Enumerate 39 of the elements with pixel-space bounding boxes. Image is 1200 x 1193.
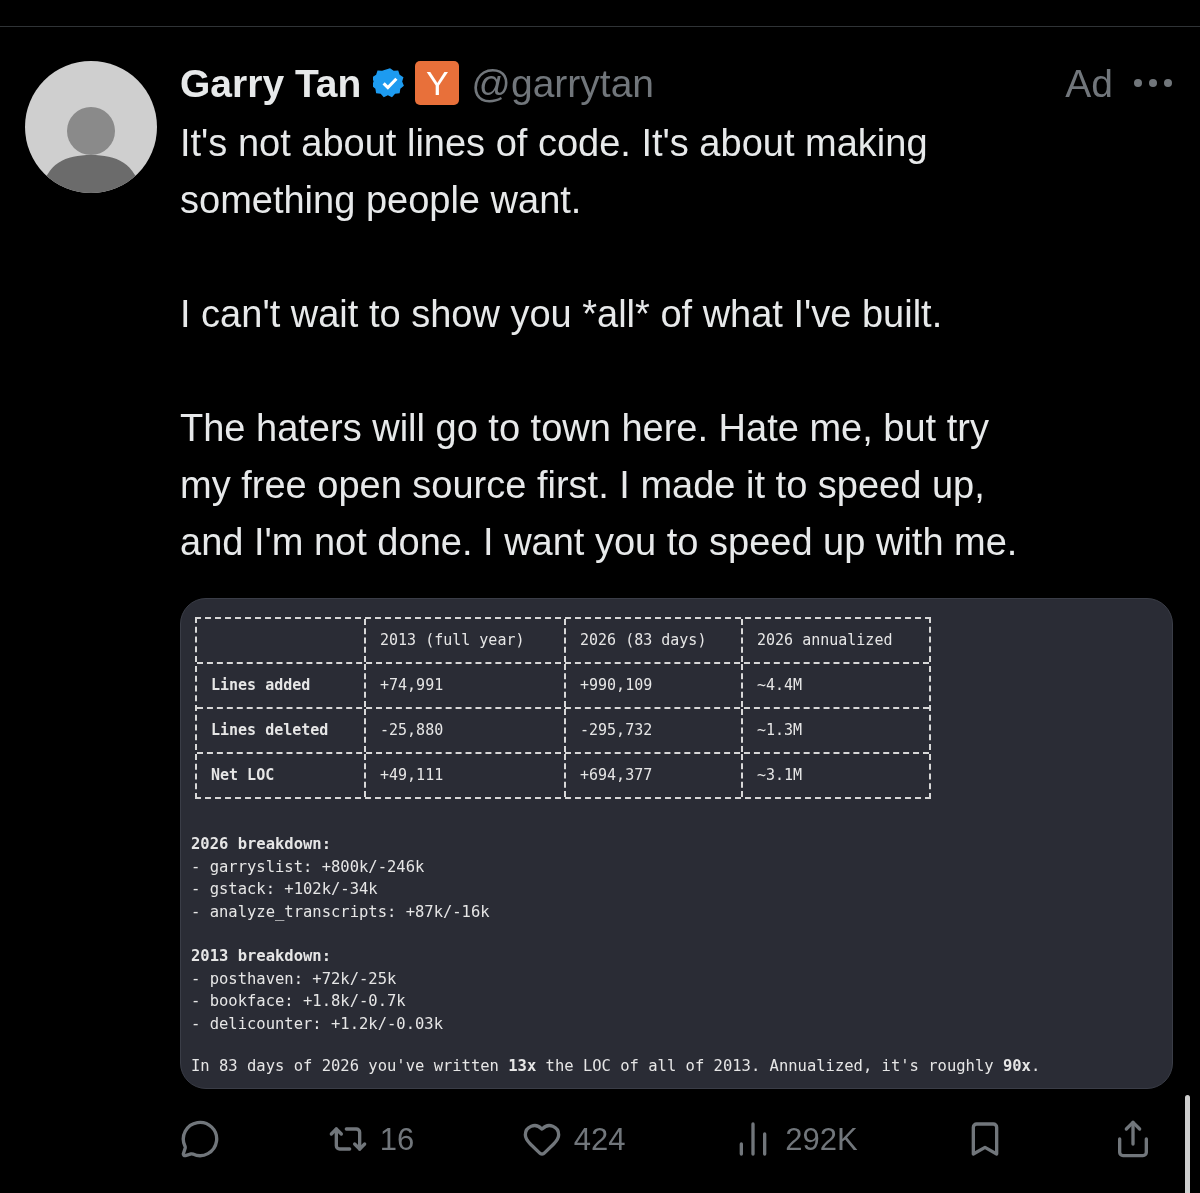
- ad-label: Ad: [1065, 63, 1113, 103]
- breakdown-line: - posthaven: +72k/-25k: [191, 968, 398, 990]
- table-cell-text: +694,377: [580, 765, 653, 787]
- column-header: 2026 annualized: [757, 630, 893, 652]
- like-button[interactable]: 424: [521, 1119, 626, 1159]
- column-header: 2013 (full year): [380, 630, 525, 652]
- table-cell-text: +990,109: [580, 675, 653, 697]
- table-cell-text: ~3.1M: [757, 765, 803, 787]
- repost-button[interactable]: 16: [327, 1119, 415, 1159]
- reply-icon: [180, 1119, 220, 1159]
- breakdown-line: - bookface: +1.8k/-0.7k: [191, 991, 407, 1012]
- table-cell-text: ~1.3M: [757, 720, 803, 742]
- reply-button[interactable]: [180, 1119, 220, 1159]
- summary-text: In 83 days of 2026 you've written 13x the LOC of all of 2013. Annualized, it's roughly 90x.: [191, 1056, 1042, 1077]
- code-screenshot[interactable]: [180, 598, 1173, 1089]
- breakdown-line: - analyze_transcripts: +87k/-16k: [191, 901, 491, 923]
- views-button[interactable]: 292K: [733, 1119, 858, 1159]
- column-header: 2026 (83 days): [580, 630, 707, 652]
- table-cell-text: ~4.4M: [757, 675, 803, 697]
- table-cell-text: +49,111: [380, 765, 444, 787]
- tweet-text: The haters will go to town here. Hate me, but try my free open source first. I made it to speed up, and I'm not done. I want you to speed up with me.: [180, 406, 1019, 565]
- table-cell-text: +74,991: [380, 675, 444, 697]
- tweet-text: I can't wait to show you *all* of what I've built.: [180, 292, 944, 337]
- table-cell-text: Lines deleted: [211, 720, 329, 742]
- author-name[interactable]: Garry Tan: [180, 63, 362, 103]
- breakdown-line: - garryslist: +800k/-246k: [191, 856, 426, 878]
- section-heading: 2013 breakdown:: [191, 946, 332, 967]
- table-cell-text: Lines added: [211, 675, 311, 697]
- section-heading: 2026 breakdown:: [191, 834, 332, 855]
- breakdown-line: - delicounter: +1.2k/-0.03k: [191, 1013, 444, 1035]
- author-handle[interactable]: @garrytan: [471, 63, 655, 103]
- tweet-text: It's not about lines of code. It's about making something people want.: [180, 121, 929, 223]
- table-cell-text: -25,880: [380, 720, 444, 742]
- org-badge: Y: [415, 61, 460, 105]
- table-cell-text: Net LOC: [211, 765, 275, 787]
- table-cell-text: -295,732: [580, 720, 653, 742]
- more-icon[interactable]: [1133, 78, 1173, 88]
- breakdown-line: - gstack: +102k/-34k: [191, 879, 379, 900]
- scrollbar[interactable]: [1185, 1095, 1190, 1193]
